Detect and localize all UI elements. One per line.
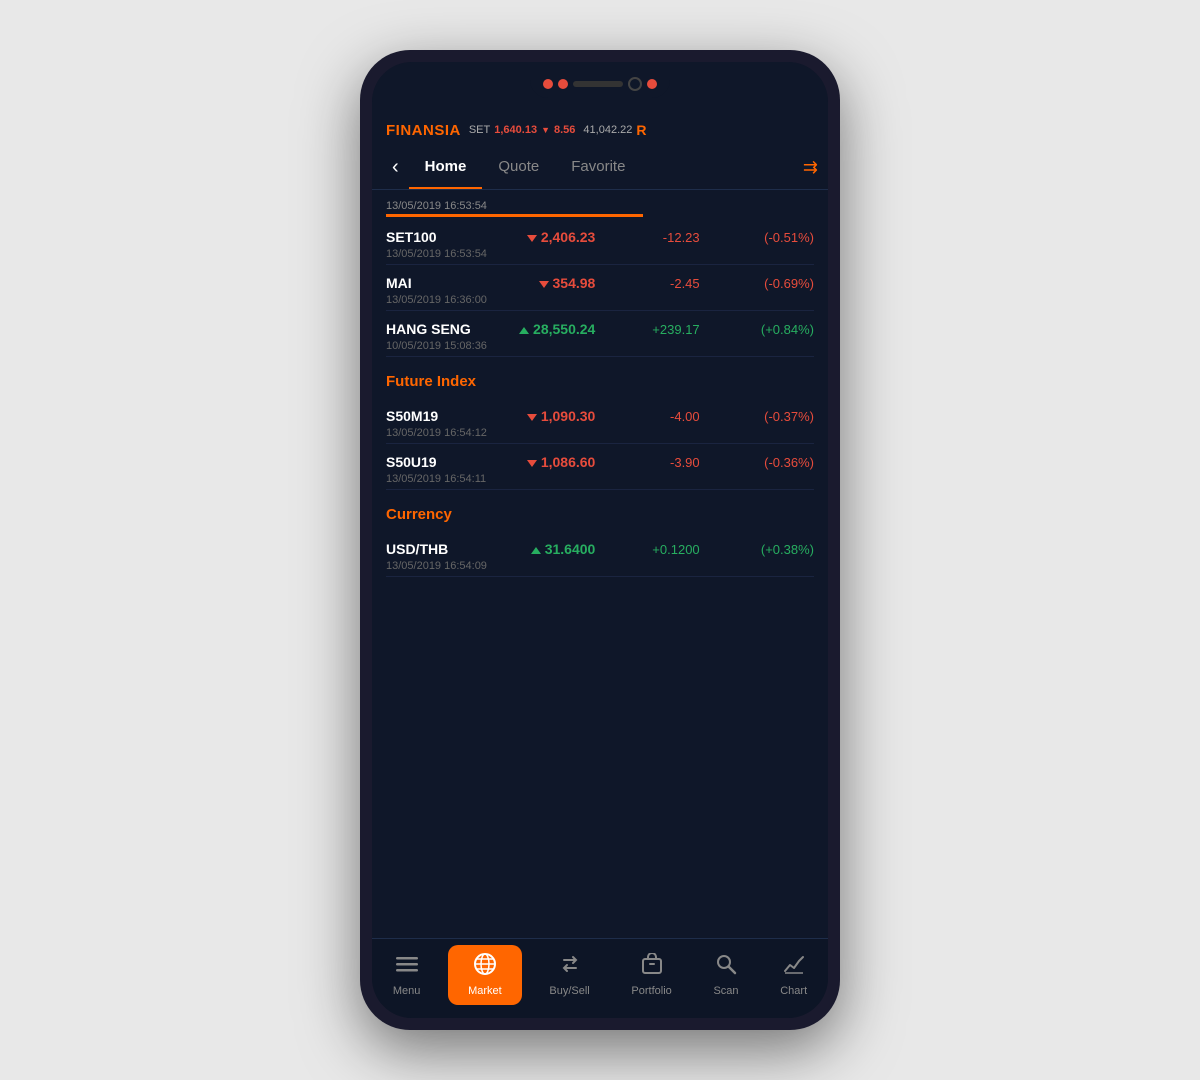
stock-price: 28,550.24 bbox=[515, 321, 595, 337]
stock-pct: (+0.38%) bbox=[744, 542, 814, 557]
stock-time: 13/05/2019 16:54:09 bbox=[386, 560, 814, 572]
status-bar: FINANSIA SET 1,640.13 ▼ 8.56 41,042.22 R bbox=[372, 114, 828, 146]
list-item[interactable]: MAI 354.98 -2.45 (-0.69%) 13/05/2019 16:… bbox=[386, 265, 814, 311]
set-change: 8.56 bbox=[554, 124, 575, 136]
list-item[interactable]: USD/THB 31.6400 +0.1200 (+0.38%) 13/05/2… bbox=[386, 531, 814, 577]
nav-menu[interactable]: Menu bbox=[379, 945, 435, 1005]
scan-icon bbox=[715, 953, 737, 981]
app-logo: FINANSIA bbox=[386, 122, 461, 139]
tab-quote[interactable]: Quote bbox=[482, 146, 555, 189]
notch-dot-right bbox=[647, 79, 657, 89]
stock-time: 10/05/2019 15:08:36 bbox=[386, 340, 814, 352]
portfolio-icon bbox=[641, 953, 663, 981]
index-value: 41,042.22 bbox=[583, 124, 632, 136]
notch-bar bbox=[372, 62, 828, 114]
currency-section-header: Currency bbox=[386, 490, 814, 531]
nav-chart-label: Chart bbox=[780, 985, 807, 997]
stock-change: -12.23 bbox=[640, 230, 700, 245]
down-arrow-icon bbox=[527, 414, 537, 421]
notch-pill bbox=[573, 81, 623, 87]
logo-text: INANSIA bbox=[396, 122, 461, 139]
down-arrow-icon bbox=[539, 281, 549, 288]
tab-favorite[interactable]: Favorite bbox=[555, 146, 641, 189]
back-button[interactable]: ‹ bbox=[382, 156, 409, 179]
set-value: 1,640.13 bbox=[494, 124, 537, 136]
stock-name: S50U19 bbox=[386, 454, 471, 470]
nav-market-label: Market bbox=[468, 985, 502, 997]
stock-price: 31.6400 bbox=[515, 541, 595, 557]
set-arrow-icon: ▼ bbox=[541, 125, 550, 135]
stock-name: MAI bbox=[386, 275, 471, 291]
stock-name: S50M19 bbox=[386, 408, 471, 424]
notch-dot-left bbox=[543, 79, 553, 89]
stock-price: 1,090.30 bbox=[515, 408, 595, 424]
nav-portfolio[interactable]: Portfolio bbox=[617, 945, 685, 1005]
r-badge: R bbox=[636, 122, 646, 138]
top-timestamp: 13/05/2019 16:53:54 bbox=[386, 200, 487, 212]
stock-name: HANG SENG bbox=[386, 321, 471, 337]
tab-home[interactable]: Home bbox=[409, 146, 483, 189]
stock-change: +0.1200 bbox=[640, 542, 700, 557]
nav-buysell-label: Buy/Sell bbox=[549, 985, 589, 997]
stock-change: +239.17 bbox=[640, 322, 700, 337]
nav-menu-label: Menu bbox=[393, 985, 421, 997]
nav-scan-label: Scan bbox=[713, 985, 738, 997]
menu-icon bbox=[396, 953, 418, 981]
notch-dot-mid bbox=[558, 79, 568, 89]
market-icon bbox=[474, 953, 496, 981]
phone-screen: FINANSIA SET 1,640.13 ▼ 8.56 41,042.22 R… bbox=[372, 62, 828, 1018]
forward-icon[interactable]: ⇉ bbox=[803, 157, 818, 178]
stock-change: -3.90 bbox=[640, 455, 700, 470]
stock-time: 13/05/2019 16:53:54 bbox=[386, 248, 814, 260]
stock-pct: (+0.84%) bbox=[744, 322, 814, 337]
timestamp-bar: 13/05/2019 16:53:54 bbox=[386, 190, 814, 219]
buysell-icon bbox=[559, 953, 581, 981]
nav-chart[interactable]: Chart bbox=[766, 945, 821, 1005]
down-arrow-icon bbox=[527, 460, 537, 467]
nav-scan[interactable]: Scan bbox=[699, 945, 752, 1005]
main-content: 13/05/2019 16:53:54 SET100 2,406.23 -12.… bbox=[372, 190, 828, 938]
list-item[interactable]: SET100 2,406.23 -12.23 (-0.51%) 13/05/20… bbox=[386, 219, 814, 265]
nav-portfolio-label: Portfolio bbox=[631, 985, 671, 997]
chart-icon bbox=[783, 953, 805, 981]
stock-time: 13/05/2019 16:54:12 bbox=[386, 427, 814, 439]
bottom-navigation: Menu Market bbox=[372, 938, 828, 1018]
up-arrow-icon bbox=[519, 327, 529, 334]
future-index-section-header: Future Index bbox=[386, 357, 814, 398]
stock-pct: (-0.51%) bbox=[744, 230, 814, 245]
list-item[interactable]: S50U19 1,086.60 -3.90 (-0.36%) 13/05/201… bbox=[386, 444, 814, 490]
stock-name: SET100 bbox=[386, 229, 471, 245]
navigation-tabs: ‹ Home Quote Favorite ⇉ bbox=[372, 146, 828, 190]
phone-device: FINANSIA SET 1,640.13 ▼ 8.56 41,042.22 R… bbox=[360, 50, 840, 1030]
logo-f-letter: F bbox=[386, 122, 396, 139]
stock-name: USD/THB bbox=[386, 541, 471, 557]
stock-change: -4.00 bbox=[640, 409, 700, 424]
nav-market[interactable]: Market bbox=[448, 945, 522, 1005]
stock-pct: (-0.37%) bbox=[744, 409, 814, 424]
stock-price: 2,406.23 bbox=[515, 229, 595, 245]
up-arrow-icon bbox=[531, 547, 541, 554]
stock-time: 13/05/2019 16:36:00 bbox=[386, 294, 814, 306]
stock-price: 1,086.60 bbox=[515, 454, 595, 470]
down-arrow-icon bbox=[527, 235, 537, 242]
stock-pct: (-0.69%) bbox=[744, 276, 814, 291]
notch-center bbox=[530, 70, 670, 98]
stock-pct: (-0.36%) bbox=[744, 455, 814, 470]
stock-price: 354.98 bbox=[515, 275, 595, 291]
nav-buysell[interactable]: Buy/Sell bbox=[535, 945, 603, 1005]
list-item[interactable]: HANG SENG 28,550.24 +239.17 (+0.84%) 10/… bbox=[386, 311, 814, 357]
list-item[interactable]: S50M19 1,090.30 -4.00 (-0.37%) 13/05/201… bbox=[386, 398, 814, 444]
progress-bar bbox=[386, 214, 643, 217]
notch-camera bbox=[628, 77, 642, 91]
stock-time: 13/05/2019 16:54:11 bbox=[386, 473, 814, 485]
stock-change: -2.45 bbox=[640, 276, 700, 291]
market-status: SET 1,640.13 ▼ 8.56 41,042.22 R bbox=[469, 122, 647, 138]
set-label: SET bbox=[469, 124, 490, 136]
